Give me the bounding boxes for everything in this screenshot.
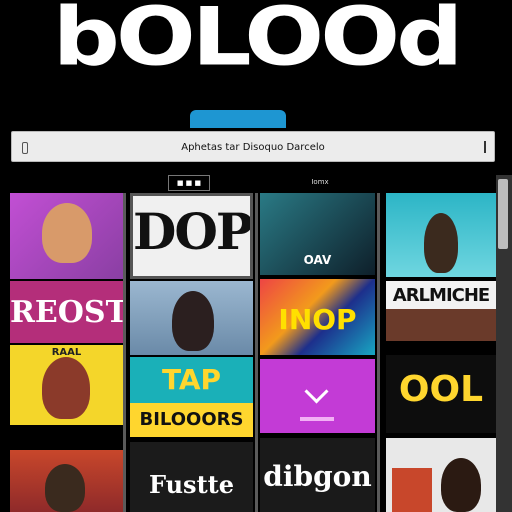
tile-image-block bbox=[392, 468, 432, 512]
tile-title: TAP bbox=[161, 363, 222, 396]
grid-tile[interactable]: ARLMICHE bbox=[386, 281, 496, 341]
portrait-image bbox=[42, 203, 92, 263]
grid-tile[interactable]: TAP bbox=[130, 357, 253, 409]
media-grid: REOST RAAL DOP TAP BILOOORS Fustte OAV I… bbox=[10, 193, 498, 512]
scrollbar-thumb[interactable] bbox=[498, 179, 508, 249]
tile-bar bbox=[300, 417, 334, 421]
grid-tile[interactable] bbox=[10, 193, 123, 279]
portrait-image bbox=[424, 213, 458, 273]
tile-title: OAV bbox=[303, 253, 332, 267]
portrait-image bbox=[45, 464, 85, 512]
brand-header: bOLOOd bbox=[0, 0, 512, 100]
tile-title: Fustte bbox=[148, 470, 235, 499]
grid-tile[interactable]: OAV bbox=[260, 193, 375, 275]
section-label: Iomx bbox=[311, 178, 329, 186]
tile-image-strip bbox=[386, 309, 496, 341]
grid-tile[interactable]: DOP bbox=[130, 193, 253, 279]
brand-logo[interactable]: bOLOOd bbox=[53, 0, 464, 78]
tile-title: REOST bbox=[10, 295, 123, 330]
grid-tile[interactable] bbox=[130, 281, 253, 355]
portrait-image bbox=[42, 357, 90, 419]
tile-title: OOL bbox=[398, 369, 484, 410]
app-window: bOLOOd Aphetas tar Disoquo Darcelo ■ ■ ■… bbox=[0, 0, 512, 512]
portrait-image bbox=[441, 458, 481, 512]
grid-tile[interactable]: OOL bbox=[386, 355, 496, 433]
tile-title: dibgon bbox=[263, 460, 372, 493]
grid-divider bbox=[255, 193, 258, 512]
grid-tile[interactable]: BILOOORS bbox=[130, 403, 253, 437]
grid-tile[interactable]: REOST bbox=[10, 281, 123, 343]
tile-title: DOP bbox=[133, 202, 252, 261]
chevron-down-icon bbox=[304, 379, 329, 404]
search-input[interactable]: Aphetas tar Disoquo Darcelo bbox=[11, 131, 495, 162]
tile-title: RAAL bbox=[51, 347, 82, 358]
search-query: Aphetas tar Disoquo Darcelo bbox=[181, 142, 325, 153]
tile-title: INOP bbox=[278, 303, 357, 336]
grid-tile[interactable] bbox=[386, 438, 496, 512]
scrollbar[interactable] bbox=[496, 175, 512, 512]
grid-tile[interactable] bbox=[386, 193, 496, 277]
grid-tile[interactable]: INOP bbox=[260, 279, 375, 355]
grid-tile[interactable] bbox=[260, 359, 375, 433]
tile-title: ARLMICHE bbox=[392, 285, 490, 306]
grid-divider bbox=[377, 193, 380, 512]
cursor-icon bbox=[484, 141, 486, 153]
grid-tile[interactable]: Fustte bbox=[130, 442, 253, 512]
tile-title: BILOOORS bbox=[139, 409, 244, 430]
grid-tile[interactable]: dibgon bbox=[260, 438, 375, 512]
grid-tile[interactable]: RAAL bbox=[10, 345, 123, 425]
grid-divider bbox=[123, 193, 126, 512]
portrait-image bbox=[172, 291, 214, 351]
filter-button[interactable]: ■ ■ ■ bbox=[168, 175, 210, 191]
grid-tile[interactable] bbox=[10, 450, 123, 512]
active-tab-indicator[interactable] bbox=[190, 110, 286, 128]
